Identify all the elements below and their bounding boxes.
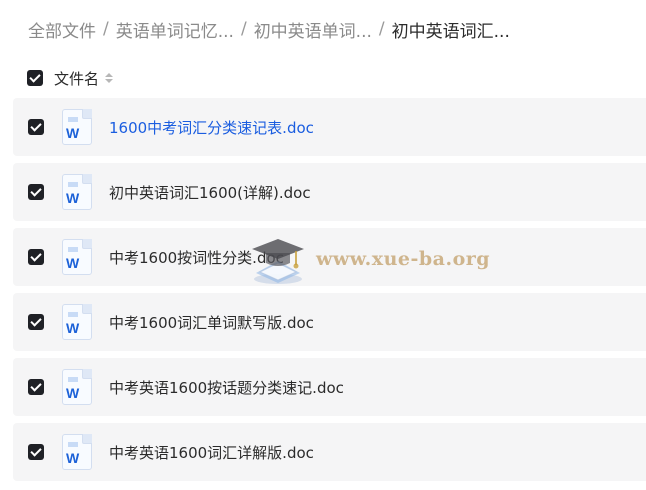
row-checkbox[interactable]: [28, 379, 44, 395]
file-row[interactable]: W 中考1600按词性分类.doc: [13, 228, 646, 286]
breadcrumb-item-all-files[interactable]: 全部文件: [28, 17, 96, 42]
select-all-checkbox[interactable]: [27, 70, 43, 86]
file-row[interactable]: W 中考英语1600词汇详解版.doc: [13, 423, 646, 481]
word-doc-icon: W: [62, 304, 92, 340]
sort-icon[interactable]: [105, 73, 114, 83]
file-row[interactable]: W 1600中考词汇分类速记表.doc: [13, 98, 646, 156]
row-checkbox[interactable]: [28, 314, 44, 330]
breadcrumb-item-vocab-memory[interactable]: 英语单词记忆...: [116, 17, 234, 42]
breadcrumb-separator: /: [240, 19, 247, 39]
file-row[interactable]: W 初中英语词汇1600(详解).doc: [13, 163, 646, 221]
file-name[interactable]: 中考英语1600按话题分类速记.doc: [109, 377, 344, 398]
word-doc-icon: W: [62, 109, 92, 145]
file-name[interactable]: 1600中考词汇分类速记表.doc: [109, 117, 314, 138]
word-doc-icon: W: [62, 434, 92, 470]
row-checkbox[interactable]: [28, 444, 44, 460]
breadcrumb-item-junior-words[interactable]: 初中英语单词...: [254, 17, 372, 42]
file-row[interactable]: W 中考1600词汇单词默写版.doc: [13, 293, 646, 351]
breadcrumb-item-current: 初中英语词汇...: [391, 21, 510, 42]
word-doc-icon: W: [62, 239, 92, 275]
column-header-filename[interactable]: 文件名: [54, 68, 99, 89]
word-doc-icon: W: [62, 174, 92, 210]
row-checkbox[interactable]: [28, 249, 44, 265]
breadcrumb-separator: /: [378, 19, 385, 39]
row-checkbox[interactable]: [28, 184, 44, 200]
file-name[interactable]: 中考1600按词性分类.doc: [109, 247, 284, 268]
file-row[interactable]: W 中考英语1600按话题分类速记.doc: [13, 358, 646, 416]
row-checkbox[interactable]: [28, 119, 44, 135]
file-name[interactable]: 初中英语词汇1600(详解).doc: [109, 182, 311, 203]
list-header: 文件名: [27, 68, 114, 89]
file-name[interactable]: 中考英语1600词汇详解版.doc: [109, 442, 314, 463]
breadcrumb-separator: /: [103, 19, 109, 39]
word-doc-icon: W: [62, 369, 92, 405]
file-name[interactable]: 中考1600词汇单词默写版.doc: [109, 312, 314, 333]
breadcrumb: 全部文件 / 英语单词记忆... / 初中英语单词... / 初中英语词汇...: [28, 17, 510, 42]
